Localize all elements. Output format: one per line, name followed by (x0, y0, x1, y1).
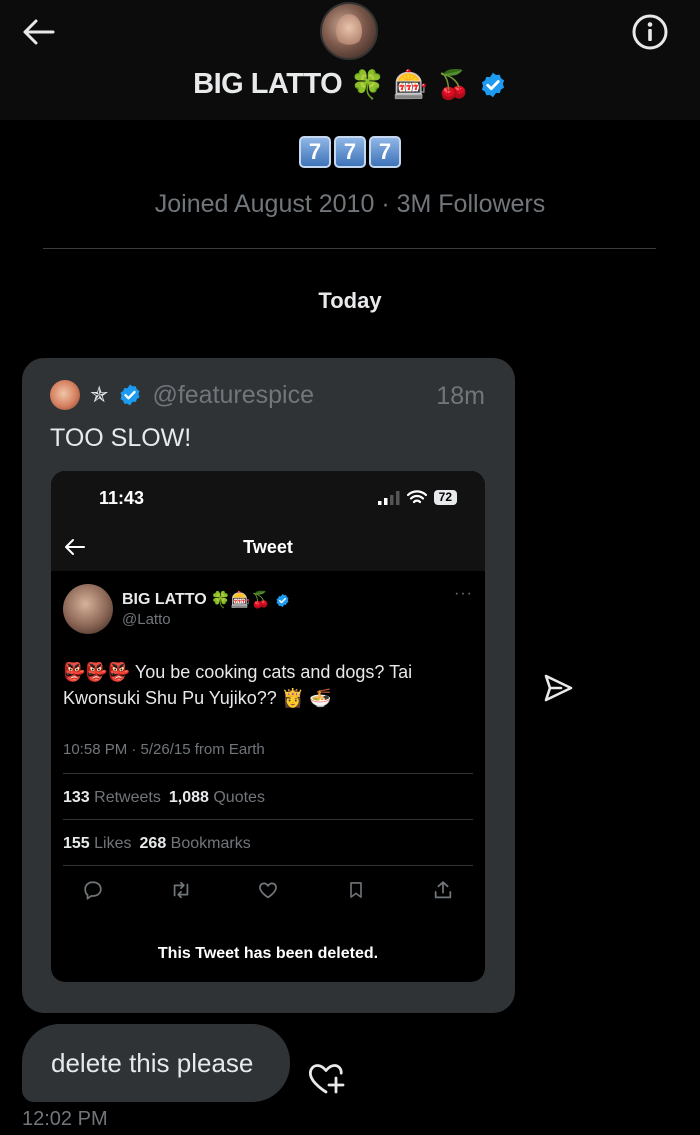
followers-count[interactable]: 3M Followers (397, 190, 546, 218)
slot-machine-emoji: 🎰 (393, 68, 428, 100)
profile-name: BIG LATTO (193, 68, 343, 100)
retweets-count: 133 (63, 789, 90, 806)
verified-badge-icon (481, 72, 504, 97)
tweet-stats-row: 155 Likes 268 Bookmarks (63, 835, 251, 853)
like-icon (256, 878, 280, 902)
info-button[interactable] (630, 12, 670, 52)
wifi-icon (406, 490, 427, 504)
deleted-notice: This Tweet has been deleted. (157, 945, 379, 962)
status-icons: 72 (377, 490, 457, 505)
quotes-label: Quotes (213, 789, 265, 806)
tweet-stats-row: 133 Retweets 1,088 Quotes (63, 789, 265, 807)
signal-icon (377, 490, 400, 505)
star-glyph: ✯ (90, 382, 109, 407)
keycap-seven: 7 (299, 136, 331, 168)
verified-badge-icon (276, 593, 288, 607)
tweet-nav-bar: Tweet (51, 523, 485, 571)
post-text: TOO SLOW! (50, 424, 192, 452)
bookmarks-label: Bookmarks (170, 835, 251, 852)
tweet-author-handle: @Latto (122, 611, 171, 628)
divider (63, 865, 473, 866)
tweet-author-name: BIG LATTO (122, 591, 207, 608)
tweet-author-avatar (63, 584, 113, 634)
add-reaction-icon[interactable] (307, 1061, 345, 1097)
info-icon (632, 14, 668, 50)
tweet-title: Tweet (243, 537, 293, 557)
back-arrow-icon (23, 19, 55, 45)
verified-badge-icon (120, 384, 140, 406)
back-button[interactable] (18, 12, 58, 52)
profile-avatar[interactable] (320, 2, 378, 60)
bookmark-icon (344, 878, 368, 902)
profile-name-row[interactable]: BIG LATTO 🍀 🎰 🍒 (0, 68, 700, 101)
bookmarks-stat: 268 Bookmarks (140, 835, 251, 853)
meta-separator: · (381, 190, 390, 218)
share-icon (431, 878, 455, 902)
shared-post-bubble[interactable]: ✯ @featurespice 18m TOO SLOW! 11:43 72 T… (22, 358, 515, 1013)
battery-level: 72 (433, 490, 457, 505)
keycap-seven: 7 (369, 136, 401, 168)
divider (63, 819, 473, 820)
author-avatar[interactable] (50, 380, 80, 410)
retweets-stat: 133 Retweets (63, 789, 161, 807)
quotes-count: 1,088 (168, 789, 209, 806)
profile-meta: Joined August 2010 · 3M Followers (0, 190, 700, 219)
bookmarks-count: 268 (139, 835, 167, 852)
cherries-emoji: 🍒 (435, 68, 471, 100)
more-icon: ··· (454, 585, 473, 602)
retweets-label: Retweets (94, 789, 161, 806)
likes-label: Likes (94, 835, 132, 852)
tweet-timestamp: 10:58 PM · 5/26/15 from Earth (63, 741, 265, 758)
tweet-actions (81, 878, 455, 902)
divider (63, 773, 473, 774)
message-timestamp: 12:02 PM (22, 1108, 108, 1130)
likes-count: 155 (63, 835, 90, 852)
day-label: Today (318, 288, 382, 313)
quotes-stat: 1,088 Quotes (169, 789, 265, 807)
post-time: 18m (436, 382, 485, 410)
reply-icon (81, 878, 105, 902)
tweet-author-row: BIG LATTO 🍀🎰🍒 (122, 590, 290, 610)
message-bubble[interactable]: delete this please (22, 1024, 290, 1102)
send-icon[interactable] (541, 671, 575, 705)
phone-status-bar: 11:43 72 (51, 471, 485, 523)
bio: 7 7 7 (0, 136, 700, 168)
status-time: 11:43 (99, 488, 145, 508)
post-image[interactable]: 11:43 72 Tweet BIG LATTO 🍀🎰🍒 @Latto ··· … (51, 471, 485, 982)
retweet-icon (169, 878, 193, 902)
shared-post-header: ✯ @featurespice (50, 380, 314, 410)
keycap-seven: 7 (334, 136, 366, 168)
joined-date: Joined August 2010 (154, 190, 375, 218)
author-handle[interactable]: @featurespice (152, 381, 314, 410)
message-text: delete this please (51, 1048, 254, 1078)
tweet-author-emojis: 🍀🎰🍒 (210, 592, 271, 609)
clover-emoji: 🍀 (350, 68, 386, 100)
likes-stat: 155 Likes (63, 835, 132, 853)
divider (43, 248, 656, 249)
tweet-body: 👺👺👺 You be cooking cats and dogs? Tai Kw… (63, 662, 413, 708)
